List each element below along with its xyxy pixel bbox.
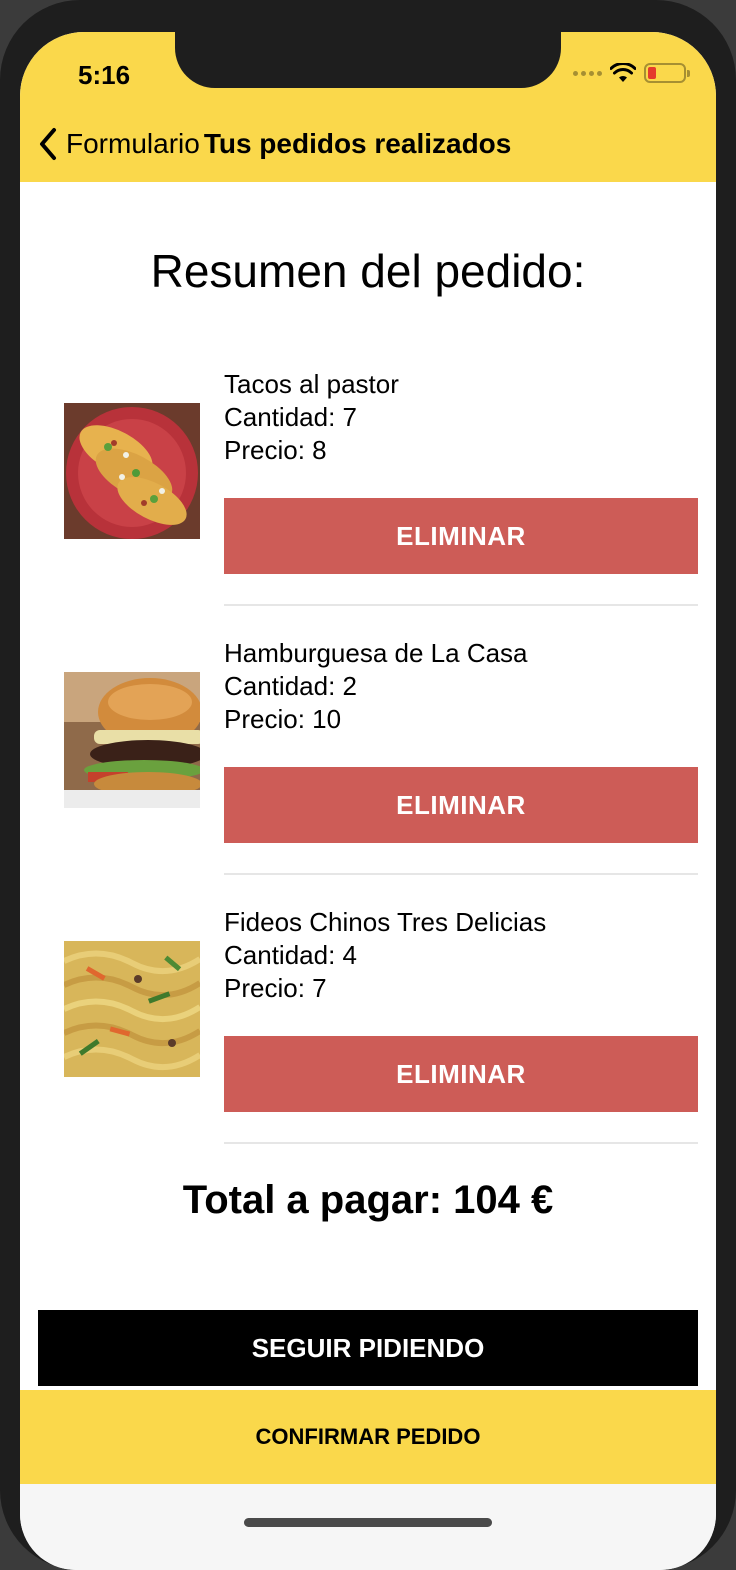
- cellular-signal-icon: [573, 70, 602, 76]
- total-amount: Total a pagar: 104 €: [182, 1178, 554, 1222]
- item-details: Fideos Chinos Tres Delicias Cantidad: 4 …: [224, 906, 546, 1005]
- item-quantity: Cantidad: 4: [224, 940, 357, 970]
- wifi-icon: [610, 63, 636, 82]
- item-price: Precio: 8: [224, 435, 327, 465]
- item-price: Precio: 10: [224, 704, 342, 734]
- item-quantity: Cantidad: 7: [224, 402, 357, 432]
- status-icons: [573, 63, 690, 83]
- home-area: [20, 1484, 716, 1570]
- tacos-image: [64, 403, 200, 539]
- page-title: Tus pedidos realizados: [203, 128, 512, 159]
- order-item: Fideos Chinos Tres Delicias Cantidad: 4 …: [20, 906, 716, 1176]
- order-item: Hamburguesa de La Casa Cantidad: 2 Preci…: [20, 637, 716, 907]
- header: 5:16 Formulario Tus pedidos realizados: [20, 32, 716, 182]
- back-button[interactable]: Formulario: [66, 128, 200, 160]
- order-item: Tacos al pastor Cantidad: 7 Precio: 8 EL…: [20, 368, 716, 638]
- battery-icon: [644, 63, 690, 83]
- item-price: Precio: 7: [224, 973, 327, 1003]
- notch: [175, 32, 561, 88]
- confirm-order-button[interactable]: CONFIRMAR PEDIDO: [20, 1390, 716, 1484]
- divider: [224, 1142, 698, 1144]
- item-name: Tacos al pastor: [224, 369, 399, 399]
- screen: 5:16 Formulario Tus pedidos realizados R…: [20, 32, 716, 1570]
- item-details: Tacos al pastor Cantidad: 7 Precio: 8: [224, 368, 399, 467]
- noodles-image: [64, 941, 200, 1077]
- item-name: Fideos Chinos Tres Delicias: [224, 907, 547, 937]
- item-details: Hamburguesa de La Casa Cantidad: 2 Preci…: [224, 637, 528, 736]
- delete-button[interactable]: ELIMINAR: [224, 498, 698, 574]
- home-indicator[interactable]: [244, 1518, 492, 1527]
- back-chevron-icon[interactable]: [34, 124, 64, 164]
- divider: [224, 873, 698, 875]
- item-name: Hamburguesa de La Casa: [224, 638, 528, 668]
- delete-button[interactable]: ELIMINAR: [224, 1036, 698, 1112]
- phone-frame: 5:16 Formulario Tus pedidos realizados R…: [0, 0, 736, 1570]
- divider: [224, 604, 698, 606]
- item-quantity: Cantidad: 2: [224, 671, 357, 701]
- burger-image: [64, 672, 200, 808]
- navigation-bar: Formulario Tus pedidos realizados: [34, 124, 511, 164]
- delete-button[interactable]: ELIMINAR: [224, 767, 698, 843]
- continue-ordering-button[interactable]: SEGUIR PIDIENDO: [38, 1310, 698, 1386]
- summary-heading: Resumen del pedido:: [150, 245, 586, 297]
- status-time: 5:16: [78, 60, 131, 90]
